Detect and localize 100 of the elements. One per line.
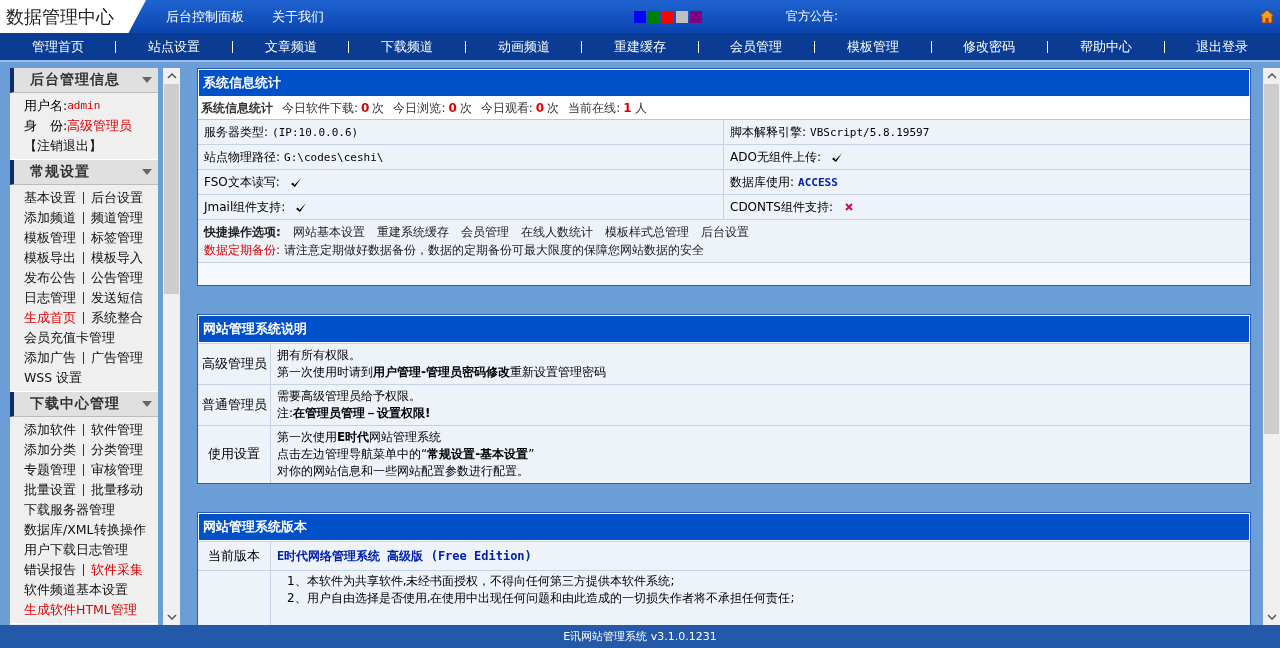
username-value: admin [67, 98, 101, 114]
scroll-up-icon[interactable] [166, 73, 177, 79]
sidebar-group-header[interactable]: 常规设置 [10, 160, 158, 185]
sidebar-link[interactable]: 基本设置 [24, 188, 76, 208]
sidebar-link[interactable]: 添加广告 [24, 348, 76, 368]
nav-link[interactable]: 帮助中心 [1047, 40, 1164, 53]
sidebar-link[interactable]: WSS 设置 [24, 368, 83, 388]
sidebar-link[interactable]: 批量移动 [91, 480, 143, 500]
theme-swatch[interactable] [648, 10, 660, 23]
scrollbar[interactable] [1263, 68, 1280, 625]
scroll-down-icon[interactable] [166, 614, 177, 620]
sidebar-link[interactable]: 会员充值卡管理 [24, 328, 115, 348]
quick-link[interactable]: 网站基本设置 [292, 223, 365, 241]
scroll-up-icon[interactable] [1266, 73, 1277, 79]
counter-label: 当前在线: [568, 99, 621, 117]
nav-link[interactable]: 站点设置 [115, 40, 232, 53]
sidebar-link[interactable]: 模板管理 [24, 228, 76, 248]
panel-title: 网站管理系统版本 [198, 513, 1250, 541]
sidebar-link[interactable]: 下载服务器管理 [24, 500, 115, 520]
sidebar-link[interactable]: 模板导入 [91, 248, 143, 268]
info-label: Jmail组件支持: [204, 198, 286, 216]
nav-link[interactable]: 修改密码 [930, 40, 1048, 53]
help-text: 第一次使用E时代网站管理系统 [277, 429, 443, 446]
nav-link[interactable]: 下载频道 [348, 40, 465, 53]
nav-link[interactable]: 动画频道 [464, 40, 582, 53]
theme-swatch[interactable] [676, 10, 688, 23]
quick-link[interactable]: 会员管理 [460, 223, 509, 241]
sidebar-link[interactable]: 频道管理 [91, 208, 143, 228]
quick-link[interactable]: 在线人数统计 [520, 223, 593, 241]
role-value: 高级管理员 [67, 117, 133, 135]
sidebar-link[interactable]: 发送短信 [91, 288, 143, 308]
caret-icon [142, 401, 152, 407]
sidebar-link[interactable]: 软件频道基本设置 [24, 580, 128, 600]
sidebar-link[interactable]: 添加软件 [24, 420, 76, 440]
quick-link[interactable]: 重建系统缓存 [376, 223, 449, 241]
quick-actions-label: 快捷操作选项: [204, 223, 281, 241]
sidebar-link[interactable]: 用户下载日志管理 [24, 540, 128, 560]
theme-swatch[interactable] [662, 10, 674, 23]
nav-link[interactable]: 文章频道 [231, 40, 349, 53]
home-icon[interactable] [1259, 8, 1275, 25]
info-value: VBScript/5.8.19597 [810, 125, 930, 139]
version-text: E时代网络管理系统 高级版 (Free Edition) [277, 549, 532, 563]
scroll-down-icon[interactable] [1266, 614, 1277, 620]
theme-swatch[interactable] [690, 10, 702, 23]
nav-link[interactable]: 管理首页 [0, 40, 116, 53]
logo-text: 数据管理中心 [0, 0, 146, 33]
quick-link[interactable]: 后台设置 [700, 223, 749, 241]
nav-link[interactable]: 退出登录 [1163, 40, 1280, 53]
sidebar-group-header[interactable]: 下载中心管理 [10, 392, 158, 417]
nav-link[interactable]: 重建缓存 [581, 40, 698, 53]
header-link[interactable]: 后台控制面板 [166, 7, 244, 26]
logout-link[interactable]: 【注销退出】 [24, 136, 102, 156]
counter-label: 今日观看: [480, 99, 533, 117]
sidebar-link[interactable]: 专题管理 [24, 460, 76, 480]
sidebar-link[interactable]: 模板导出 [24, 248, 76, 268]
quick-link[interactable]: 模板样式总管理 [604, 223, 689, 241]
info-value: (IP:10.0.0.6) [272, 125, 359, 139]
sidebar-link[interactable]: 审核管理 [91, 460, 143, 480]
sidebar-link[interactable]: 添加分类 [24, 440, 76, 460]
panel-title: 网站管理系统说明 [198, 315, 1250, 343]
counter-label: 今日软件下载: [282, 99, 359, 117]
info-label: 服务器类型: [204, 123, 269, 141]
license-note: 1、本软件为共享软件,未经书面授权，不得向任何第三方提供本软件系统; [287, 573, 676, 590]
counter-unit: 人 [634, 99, 647, 117]
sidebar-link[interactable]: 公告管理 [91, 268, 143, 288]
counter-unit: 次 [459, 99, 472, 117]
nav-link[interactable]: 会员管理 [697, 40, 815, 53]
counter-unit: 次 [372, 99, 385, 117]
sidebar-link[interactable]: 生成软件HTML管理 [24, 600, 137, 620]
scrollbar[interactable] [163, 68, 180, 625]
license-note: 2、用户自由选择是否使用,在使用中出现任何问题和由此造成的一切损失作者将不承担任何责任; [287, 590, 795, 607]
sidebar-link[interactable]: 后台设置 [91, 188, 143, 208]
sidebar-link[interactable]: 发布公告 [24, 268, 76, 288]
theme-swatch[interactable] [634, 10, 646, 23]
sidebar-link[interactable]: 软件管理 [91, 420, 143, 440]
sidebar-link[interactable]: 标签管理 [91, 228, 143, 248]
caret-icon [142, 77, 152, 83]
sidebar-link[interactable]: 系统整合 [91, 308, 143, 328]
sidebar-link[interactable]: 日志管理 [24, 288, 76, 308]
sidebar-link[interactable]: 错误报告 [24, 560, 76, 580]
caret-icon [142, 169, 152, 175]
backup-text: 请注意定期做好数据备份，数据的定期备份可最大限度的保障您网站数据的安全 [284, 241, 705, 259]
help-text: 拥有所有权限。 [277, 347, 362, 364]
sidebar-group-header[interactable]: 后台管理信息 [10, 68, 158, 93]
help-text: 注:在管理员管理－设置权限! [277, 405, 431, 422]
info-label: 数据库使用: [730, 173, 795, 191]
sidebar-link[interactable]: 添加频道 [24, 208, 76, 228]
sidebar-link[interactable]: 数据库/XML转换操作 [24, 520, 146, 540]
sidebar-link[interactable]: 软件采集 [91, 560, 143, 580]
nav-link[interactable]: 模板管理 [814, 40, 931, 53]
username-label: 用户名: [24, 97, 68, 115]
sidebar-link[interactable]: 生成首页 [24, 308, 76, 328]
info-value: ACCESS [798, 175, 838, 189]
sidebar-link[interactable]: 批量设置 [24, 480, 76, 500]
sidebar-link[interactable]: 分类管理 [91, 440, 143, 460]
summary-label: 系统信息统计 [201, 99, 273, 117]
header-link[interactable]: 关于我们 [272, 7, 324, 26]
help-text: 点击左边管理导航菜单中的“常规设置-基本设置” [277, 446, 535, 463]
counter-unit: 次 [547, 99, 560, 117]
sidebar-link[interactable]: 广告管理 [91, 348, 143, 368]
